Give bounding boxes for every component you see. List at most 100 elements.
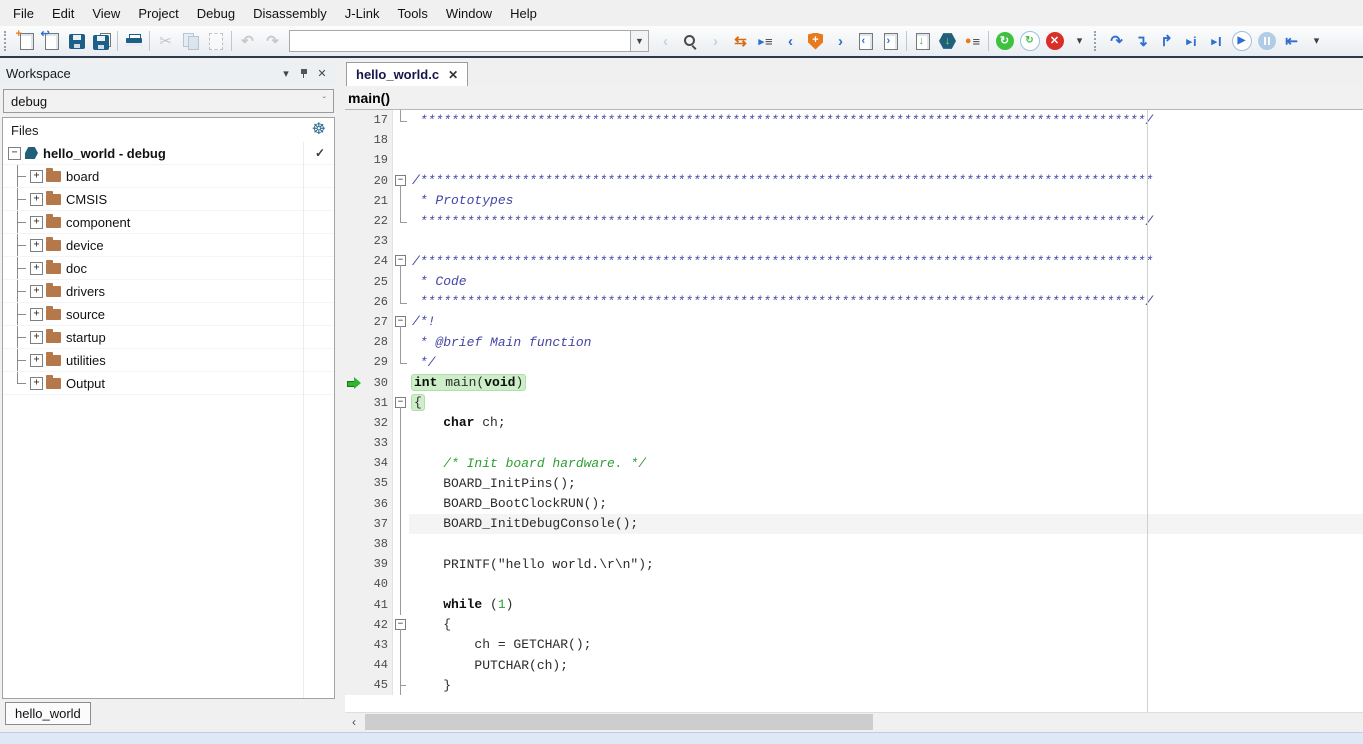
code-line-36[interactable]: 36 BOARD_BootClockRUN(); [345, 494, 1363, 514]
open-document-button[interactable]: ↩ [39, 29, 64, 54]
code-line-43[interactable]: 43 ch = GETCHAR(); [345, 635, 1363, 655]
step-over-button[interactable]: ↷ [1104, 29, 1129, 54]
tree-item-board[interactable]: +board [3, 165, 334, 188]
stop-debugging-button[interactable]: ⇤ [1279, 29, 1304, 54]
step-out-button[interactable]: ↱ [1154, 29, 1179, 54]
code-line-41[interactable]: 41 while (1) [345, 595, 1363, 615]
expand-icon[interactable]: + [30, 377, 43, 390]
next-document-button[interactable]: › [878, 29, 903, 54]
scrollbar-thumb[interactable] [365, 714, 873, 730]
download-button[interactable]: ↓ [910, 29, 935, 54]
code-line-25[interactable]: 25 * Code [345, 272, 1363, 292]
function-context-bar[interactable]: main() [345, 86, 1363, 110]
tree-item-device[interactable]: +device [3, 234, 334, 257]
navigate-forward-button[interactable]: › [828, 29, 853, 54]
menu-tools[interactable]: Tools [388, 2, 436, 25]
function-list-button[interactable]: ▸≡ [753, 29, 778, 54]
code-line-31[interactable]: 31−{ [345, 393, 1363, 413]
expand-icon[interactable]: + [30, 193, 43, 206]
expand-icon[interactable]: + [30, 262, 43, 275]
next-statement-button[interactable]: ▸i [1179, 29, 1204, 54]
tree-item-startup[interactable]: +startup [3, 326, 334, 349]
paste-button[interactable] [203, 29, 228, 54]
break-button[interactable] [1254, 29, 1279, 54]
expand-icon[interactable]: + [30, 308, 43, 321]
gear-icon[interactable]: ☸ [312, 122, 326, 138]
panel-menu-icon[interactable]: ▾ [277, 67, 295, 80]
cut-button[interactable]: ✂ [153, 29, 178, 54]
code-area[interactable]: 17 *************************************… [345, 110, 1363, 713]
quick-search-combo[interactable]: ▼ [289, 30, 649, 52]
code-line-29[interactable]: 29 */ [345, 352, 1363, 372]
undo-button[interactable]: ↶ [235, 29, 260, 54]
code-line-21[interactable]: 21 * Prototypes [345, 191, 1363, 211]
collapse-icon[interactable]: − [8, 147, 21, 160]
editor-tab-hello-world[interactable]: hello_world.c ✕ [346, 62, 468, 86]
menu-window[interactable]: Window [437, 2, 501, 25]
tree-item-utilities[interactable]: +utilities [3, 349, 334, 372]
go-button[interactable]: ▶ [1229, 29, 1254, 54]
previous-document-button[interactable]: ‹ [853, 29, 878, 54]
scroll-left-icon[interactable]: ‹ [345, 713, 363, 731]
menu-debug[interactable]: Debug [188, 2, 244, 25]
search-button[interactable] [678, 29, 703, 54]
download-and-debug-button[interactable]: ↓ [935, 29, 960, 54]
pin-icon[interactable] [295, 68, 313, 79]
run-to-cursor-button[interactable]: ▸I [1204, 29, 1229, 54]
terminate-button[interactable]: ✕ [1042, 29, 1067, 54]
tree-item-output[interactable]: +Output [3, 372, 334, 395]
menu-disassembly[interactable]: Disassembly [244, 2, 336, 25]
reload-button[interactable]: ↻ [1017, 29, 1042, 54]
code-line-40[interactable]: 40 [345, 574, 1363, 594]
tree-item-drivers[interactable]: +drivers [3, 280, 334, 303]
menu-view[interactable]: View [83, 2, 129, 25]
redo-button[interactable]: ↷ [260, 29, 285, 54]
horizontal-scrollbar[interactable]: ‹ [345, 712, 1363, 731]
combo-dropdown-icon[interactable]: ▼ [631, 30, 649, 52]
code-line-33[interactable]: 33 [345, 433, 1363, 453]
toolbar-overflow-button[interactable]: ▾ [1067, 29, 1092, 54]
navigate-back-button[interactable]: ‹ [778, 29, 803, 54]
search-input[interactable] [289, 30, 631, 52]
code-line-23[interactable]: 23 [345, 231, 1363, 251]
expand-icon[interactable]: + [30, 354, 43, 367]
save-all-button[interactable] [89, 29, 114, 54]
tree-item-cmsis[interactable]: +CMSIS [3, 188, 334, 211]
code-line-30[interactable]: 30int main(void) [345, 372, 1363, 392]
code-line-38[interactable]: 38 [345, 534, 1363, 554]
code-line-27[interactable]: 27−/*! [345, 312, 1363, 332]
toggle-breakpoint-button[interactable]: + [803, 29, 828, 54]
search-next-button[interactable]: › [703, 29, 728, 54]
navigate-swap-button[interactable]: ⇆ [728, 29, 753, 54]
close-icon[interactable]: ✕ [313, 67, 331, 80]
new-document-button[interactable]: + [14, 29, 39, 54]
menu-jlink[interactable]: J-Link [336, 2, 389, 25]
code-line-19[interactable]: 19 [345, 150, 1363, 170]
code-line-34[interactable]: 34 /* Init board hardware. */ [345, 453, 1363, 473]
expand-icon[interactable]: + [30, 239, 43, 252]
code-line-32[interactable]: 32 char ch; [345, 413, 1363, 433]
save-button[interactable] [64, 29, 89, 54]
code-line-28[interactable]: 28 * @brief Main function [345, 332, 1363, 352]
menu-help[interactable]: Help [501, 2, 546, 25]
step-into-button[interactable]: ↴ [1129, 29, 1154, 54]
code-line-22[interactable]: 22 *************************************… [345, 211, 1363, 231]
menu-edit[interactable]: Edit [43, 2, 83, 25]
code-line-42[interactable]: 42− { [345, 615, 1363, 635]
menu-project[interactable]: Project [129, 2, 187, 25]
tree-item-doc[interactable]: +doc [3, 257, 334, 280]
code-line-35[interactable]: 35 BOARD_InitPins(); [345, 473, 1363, 493]
code-line-24[interactable]: 24−/************************************… [345, 251, 1363, 271]
menu-file[interactable]: File [4, 2, 43, 25]
configuration-selector[interactable]: debug ˇ [3, 89, 334, 113]
code-line-26[interactable]: 26 *************************************… [345, 292, 1363, 312]
workspace-bottom-tab[interactable]: hello_world [5, 702, 91, 725]
code-line-37[interactable]: 37 BOARD_InitDebugConsole(); [345, 514, 1363, 534]
search-previous-button[interactable]: ‹ [653, 29, 678, 54]
code-line-39[interactable]: 39 PRINTF("hello world.\r\n"); [345, 554, 1363, 574]
reset-button[interactable]: ↻ [992, 29, 1017, 54]
expand-icon[interactable]: + [30, 331, 43, 344]
tree-item-component[interactable]: +component [3, 211, 334, 234]
attach-to-running-button[interactable]: ●≡ [960, 29, 985, 54]
tree-item-project[interactable]: −hello_world - debug✓ [3, 142, 334, 165]
